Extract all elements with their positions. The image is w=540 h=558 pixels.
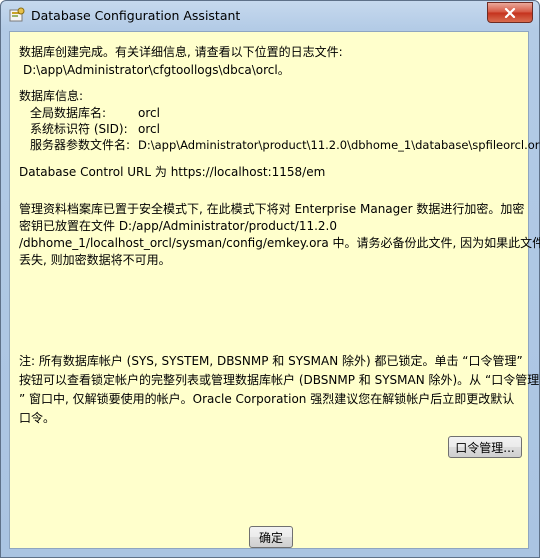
db-info-value: D:\app\Administrator\product\11.2.0\dbho… xyxy=(138,138,540,152)
log-file-path: D:\app\Administrator\cfgtoollogs\dbca\or… xyxy=(23,63,290,77)
secure-mode-line: /dbhome_1/localhost_orcl/sysman/config/e… xyxy=(19,236,540,250)
title-bar[interactable]: Database Configuration Assistant xyxy=(1,1,539,29)
window-title: Database Configuration Assistant xyxy=(31,8,241,23)
app-icon xyxy=(9,7,25,23)
secure-mode-line: 密钥已放置在文件 D:/app/Administrator/product/11… xyxy=(19,219,337,233)
db-info-value: orcl xyxy=(138,122,160,136)
db-info-label: 服务器参数文件名: xyxy=(30,138,131,152)
account-note-line: 口令。 xyxy=(19,411,56,425)
account-note-line: 注: 所有数据库帐户 (SYS, SYSTEM, DBSNMP 和 SYSMAN… xyxy=(19,354,523,368)
db-info-label: 全局数据库名: xyxy=(30,106,107,120)
completion-message: 数据库创建完成。有关详细信息, 请查看以下位置的日志文件: xyxy=(19,45,343,59)
password-management-button[interactable]: 口令管理... xyxy=(448,436,522,458)
db-info-value: orcl xyxy=(138,106,160,120)
db-info-label: 系统标识符 (SID): xyxy=(30,122,128,136)
db-info-heading: 数据库信息: xyxy=(19,89,84,103)
account-note-line: 按钮可以查看锁定帐户的完整列表或管理数据库帐户 (DBSNMP 和 SYSMAN… xyxy=(19,373,540,387)
close-icon xyxy=(504,7,516,18)
secure-mode-line: 管理资料档案库已置于安全模式下, 在此模式下将对 Enterprise Mana… xyxy=(19,202,525,216)
message-panel: 数据库创建完成。有关详细信息, 请查看以下位置的日志文件: D:\app\Adm… xyxy=(9,31,540,549)
dialog-window: Database Configuration Assistant 数据库创建完成… xyxy=(0,0,540,558)
secure-mode-line: 丢失, 则加密数据将不可用。 xyxy=(19,253,171,267)
account-note-line: ” 窗口中, 仅解锁要使用的帐户。Oracle Corporation 强烈建议… xyxy=(19,392,515,406)
ok-button[interactable]: 确定 xyxy=(249,526,293,548)
close-button[interactable] xyxy=(487,2,533,23)
em-url: Database Control URL 为 https://localhost… xyxy=(19,165,326,179)
